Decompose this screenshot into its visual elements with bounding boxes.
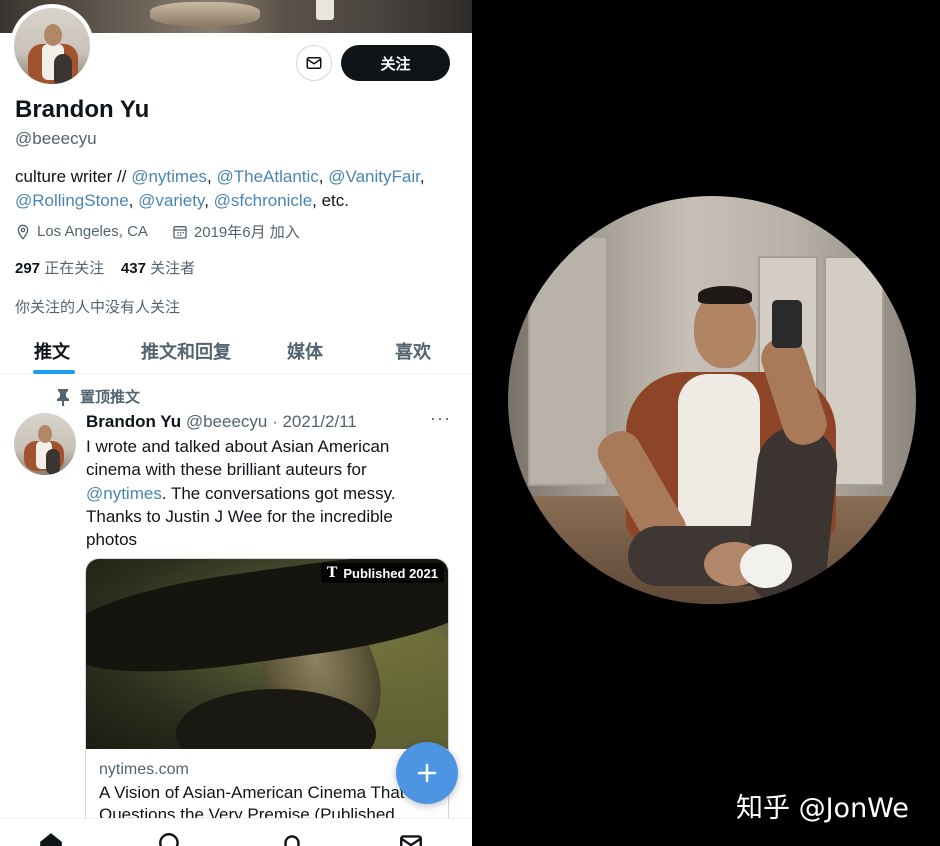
bio-link-sfchronicle[interactable]: @sfchronicle (214, 191, 313, 210)
bio-text: culture writer // (15, 167, 132, 186)
tab-tweets[interactable]: 推文 (34, 338, 70, 364)
bio-text: , etc. (312, 191, 350, 210)
follow-counts: 297 正在关注 437 关注者 (15, 257, 195, 278)
profile-bio: culture writer // @nytimes, @TheAtlantic… (15, 165, 465, 213)
card-domain: nytimes.com (99, 761, 189, 778)
link-preview-card[interactable]: T Published 2021 nytimes.com A Vision of… (85, 558, 449, 846)
tweet-meta: @beeecyu · 2021/2/11 (185, 412, 357, 431)
enlarged-avatar-panel: 知乎 @JonWe (472, 0, 940, 846)
tweet-avatar[interactable] (14, 413, 76, 475)
profile-joined-date: 2019年6月 加入 (193, 224, 300, 241)
following-link[interactable]: 297 正在关注 (15, 260, 104, 277)
banner-food (150, 2, 260, 26)
profile-meta: Los Angeles, CA 2019年6月 加入 (15, 221, 300, 242)
calendar-icon (172, 224, 188, 240)
plus-icon (417, 763, 437, 783)
profile-location: Los Angeles, CA (37, 223, 148, 240)
messages-icon[interactable] (398, 831, 424, 846)
bio-link-nytimes[interactable]: @nytimes (131, 167, 207, 186)
tweet-author[interactable]: Brandon Yu (86, 412, 181, 431)
tweet-header: Brandon Yu @beeecyu · 2021/2/11 (86, 412, 357, 432)
bio-link-theatlantic[interactable]: @TheAtlantic (216, 167, 318, 186)
bio-link-variety[interactable]: @variety (138, 191, 204, 210)
active-tab-indicator (33, 370, 75, 374)
zhihu-watermark: 知乎 @JonWe (736, 793, 909, 824)
published-badge: T Published 2021 (320, 563, 444, 583)
bottom-navigation (0, 818, 472, 846)
bio-text: , (318, 167, 329, 186)
card-image: T Published 2021 (86, 559, 448, 749)
mail-icon (306, 57, 322, 69)
search-icon[interactable] (157, 831, 183, 846)
compose-tweet-button[interactable] (396, 742, 458, 804)
twitter-profile-screenshot: 关注 Brandon Yu @beeecyu culture writer //… (0, 0, 472, 846)
bio-text: , (128, 191, 139, 210)
profile-tabs: 推文 推文和回复 媒体 喜欢 (0, 327, 472, 374)
home-icon[interactable] (38, 831, 64, 846)
follow-button[interactable]: 关注 (341, 45, 450, 81)
mutual-followers-note: 你关注的人中没有人关注 (15, 299, 181, 316)
pin-icon (57, 388, 69, 406)
location-icon (15, 224, 31, 240)
message-button[interactable] (296, 45, 332, 81)
enlarged-avatar-photo (508, 196, 916, 604)
tweet-mention-nytimes[interactable]: @nytimes (86, 484, 162, 503)
notifications-icon[interactable] (279, 831, 305, 846)
profile-avatar[interactable] (10, 4, 94, 88)
bio-link-vanityfair[interactable]: @VanityFair (328, 167, 420, 186)
tab-media[interactable]: 媒体 (287, 338, 323, 364)
tab-tweets-replies[interactable]: 推文和回复 (141, 338, 231, 364)
bio-link-rollingstone[interactable]: @RollingStone (15, 191, 129, 210)
followers-link[interactable]: 437 关注者 (121, 260, 195, 277)
profile-handle: @beeecyu (15, 129, 97, 148)
more-icon[interactable]: ··· (430, 408, 451, 429)
tab-likes[interactable]: 喜欢 (395, 338, 431, 364)
profile-name: Brandon Yu (15, 96, 150, 123)
banner-cup (316, 0, 334, 20)
bio-text: , (419, 167, 425, 186)
tweet-body: I wrote and talked about Asian American … (86, 437, 396, 550)
pinned-tweet-label: 置顶推文 (56, 386, 140, 407)
nyt-logo-icon: T (326, 565, 338, 581)
bio-text: , (204, 191, 214, 210)
